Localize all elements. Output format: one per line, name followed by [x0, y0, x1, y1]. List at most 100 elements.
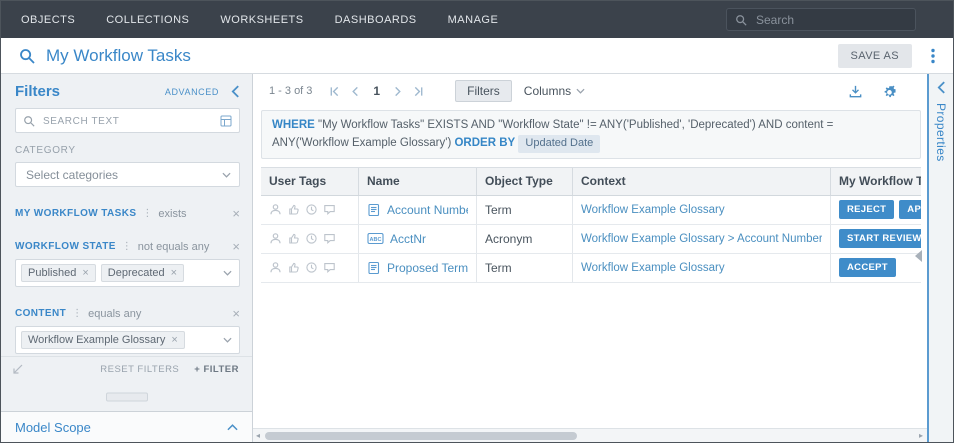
remove-value-icon[interactable]: ×: [82, 268, 88, 279]
category-select-input[interactable]: [24, 167, 216, 183]
category-select[interactable]: [15, 162, 240, 187]
table-row: Account Number Term Workflow Example Glo…: [261, 196, 921, 225]
save-as-button[interactable]: SAVE AS: [838, 44, 912, 68]
asset-name-link[interactable]: Account Number: [387, 203, 468, 217]
filter-operator: exists: [158, 208, 186, 220]
collapse-filters-icon[interactable]: [231, 85, 240, 98]
clock-icon[interactable]: [305, 203, 318, 216]
drag-handle-icon[interactable]: ⋮: [142, 209, 152, 219]
thumbs-up-icon[interactable]: [287, 261, 300, 274]
scrollbar-thumb[interactable]: [265, 432, 577, 440]
context-link[interactable]: Workflow Example Glossary: [581, 204, 725, 216]
nav-item-worksheets[interactable]: WORKSHEETS: [220, 14, 303, 26]
horizontal-scrollbar[interactable]: ◂ ▸: [253, 428, 927, 442]
panel-resize-grip[interactable]: [106, 392, 148, 401]
expand-properties-handle[interactable]: [915, 250, 922, 262]
start-review-button[interactable]: START REVIEW: [839, 229, 921, 248]
chevron-up-icon[interactable]: [227, 424, 238, 431]
asset-name-link[interactable]: Proposed Term: [387, 261, 468, 275]
main-menu: OBJECTS COLLECTIONS WORKSHEETS DASHBOARD…: [21, 14, 498, 26]
remove-value-icon[interactable]: ×: [171, 268, 177, 279]
user-icon[interactable]: [269, 232, 282, 245]
approve-button[interactable]: APPROVE: [899, 200, 921, 219]
asset-name-link[interactable]: AcctNr: [390, 232, 426, 246]
add-filter-button[interactable]: + FILTER: [194, 364, 239, 375]
expand-panel-icon[interactable]: [937, 81, 946, 94]
pill-label: Workflow Example Glossary: [28, 334, 165, 346]
filters-panel: Filters ADVANCED CATEGORY: [1, 74, 253, 442]
order-by-badge[interactable]: Updated Date: [518, 135, 600, 153]
scroll-left-icon[interactable]: ◂: [256, 432, 260, 440]
nav-item-collections[interactable]: COLLECTIONS: [106, 14, 189, 26]
export-icon[interactable]: [848, 84, 863, 99]
clock-icon[interactable]: [305, 261, 318, 274]
thumbs-up-icon[interactable]: [287, 232, 300, 245]
column-header-my-workflow-tasks[interactable]: My Workflow Tasks: [831, 168, 921, 195]
panel-splitter: [1, 382, 252, 411]
scroll-right-icon[interactable]: ▸: [919, 432, 923, 440]
columns-label: Columns: [524, 84, 571, 98]
properties-panel-collapsed[interactable]: Properties: [927, 74, 953, 442]
filter-operator: equals any: [88, 308, 141, 320]
results-area: 1 - 3 of 3 1 Filters Columns: [253, 74, 927, 442]
filter-name: CONTENT: [15, 308, 66, 319]
acronym-icon: ABC: [367, 232, 384, 245]
column-header-user-tags[interactable]: User Tags: [261, 168, 359, 195]
global-search-box[interactable]: [726, 8, 916, 31]
term-icon: [367, 261, 381, 275]
global-search-input[interactable]: [754, 12, 907, 28]
order-by-keyword: ORDER BY: [454, 137, 515, 149]
accept-button[interactable]: ACCEPT: [839, 258, 896, 277]
chevron-down-icon[interactable]: [223, 270, 232, 276]
search-options-icon[interactable]: [220, 115, 232, 127]
settings-gear-icon[interactable]: [882, 84, 897, 99]
content-values-field[interactable]: Workflow Example Glossary ×: [15, 326, 240, 354]
context-link[interactable]: Workflow Example Glossary: [581, 262, 725, 274]
last-page-button[interactable]: [408, 86, 429, 97]
column-header-object-type[interactable]: Object Type: [477, 168, 573, 195]
where-keyword: WHERE: [272, 119, 315, 131]
comment-icon[interactable]: [323, 203, 336, 216]
remove-filter-icon[interactable]: ×: [232, 240, 240, 253]
column-header-name[interactable]: Name: [359, 168, 477, 195]
comment-icon[interactable]: [323, 261, 336, 274]
reject-button[interactable]: REJECT: [839, 200, 894, 219]
reset-filters-button[interactable]: RESET FILTERS: [100, 364, 179, 375]
comment-icon[interactable]: [323, 232, 336, 245]
context-link[interactable]: Workflow Example Glossary > Account Numb…: [581, 233, 822, 245]
user-icon[interactable]: [269, 261, 282, 274]
remove-filter-icon[interactable]: ×: [232, 307, 240, 320]
table-row: ABC AcctNr Acronym Workflow Example Glos…: [261, 225, 921, 254]
remove-filter-icon[interactable]: ×: [232, 207, 240, 220]
corner-arrow-icon[interactable]: [11, 363, 24, 376]
drag-handle-icon[interactable]: ⋮: [72, 309, 82, 319]
clock-icon[interactable]: [305, 232, 318, 245]
filter-search-input[interactable]: [41, 114, 214, 128]
drag-handle-icon[interactable]: ⋮: [122, 242, 132, 252]
remove-value-icon[interactable]: ×: [171, 335, 177, 346]
nav-item-dashboards[interactable]: DASHBOARDS: [335, 14, 417, 26]
next-page-button[interactable]: [387, 86, 408, 97]
columns-dropdown[interactable]: Columns: [524, 84, 585, 98]
workflow-state-values-field[interactable]: Published × Deprecated ×: [15, 259, 240, 287]
first-page-button[interactable]: [324, 86, 345, 97]
filters-title: Filters: [15, 83, 60, 100]
previous-page-button[interactable]: [345, 86, 366, 97]
thumbs-up-icon[interactable]: [287, 203, 300, 216]
column-header-context[interactable]: Context: [573, 168, 831, 195]
filters-toggle-button[interactable]: Filters: [455, 80, 512, 102]
more-options-icon[interactable]: [923, 46, 943, 66]
model-scope-section[interactable]: Model Scope: [1, 411, 252, 442]
filter-name: MY WORKFLOW TASKS: [15, 208, 136, 219]
filter-search-box[interactable]: [15, 108, 240, 133]
user-icon[interactable]: [269, 203, 282, 216]
filter-group-content: CONTENT ⋮ equals any ×: [15, 307, 240, 320]
nav-item-objects[interactable]: OBJECTS: [21, 14, 75, 26]
user-tag-icons: [269, 203, 336, 216]
nav-item-manage[interactable]: MANAGE: [448, 14, 499, 26]
advanced-filters-link[interactable]: ADVANCED: [165, 87, 219, 97]
page-title: My Workflow Tasks: [46, 46, 191, 66]
current-page-number[interactable]: 1: [366, 84, 387, 98]
properties-tab-label[interactable]: Properties: [934, 103, 948, 162]
chevron-down-icon[interactable]: [223, 337, 232, 343]
